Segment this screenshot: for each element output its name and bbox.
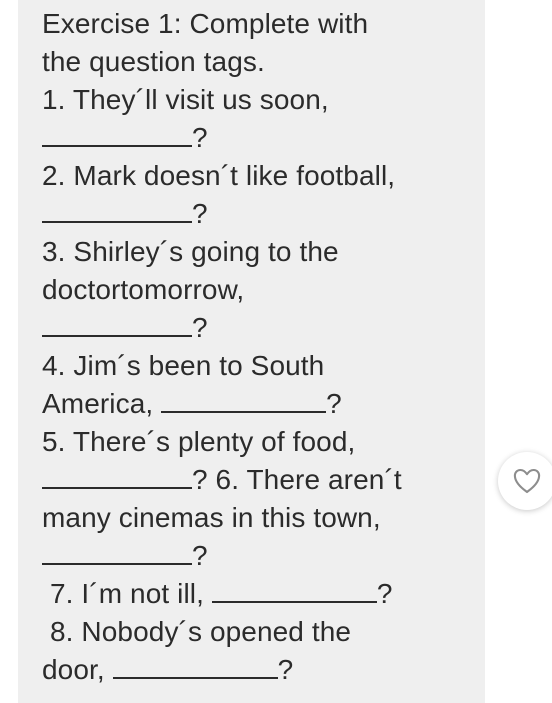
question-7-text: 7. I´m not ill, (50, 578, 204, 609)
heart-icon (513, 468, 541, 494)
question-4-text: America, (42, 388, 154, 419)
answer-blank-5 (42, 465, 192, 489)
question-8-part-2: door, ? (42, 651, 482, 689)
like-button[interactable] (498, 452, 552, 510)
question-5-6-joined: ? 6. There aren´t (192, 464, 402, 495)
question-6: many cinemas in this town, (42, 502, 381, 533)
question-2: 2. Mark doesn´t like football, (42, 160, 396, 191)
question-8-text: door, (42, 654, 105, 685)
answer-line-1: ? (42, 119, 482, 157)
question-mark-2: ? (192, 198, 208, 229)
title-line-1: Exercise 1: Complete with (42, 8, 369, 39)
answer-blank-7 (211, 579, 377, 603)
exercise-text: Exercise 1: Complete with the question t… (42, 5, 482, 689)
question-8-part-1: 8. Nobody´s opened the (50, 616, 352, 647)
answer-line-2: ? (42, 195, 482, 233)
question-7: 7. I´m not ill, ? (42, 575, 482, 613)
question-mark-4: ? (326, 388, 342, 419)
question-3-part-2: doctortomorrow, (42, 274, 245, 305)
answer-blank-4 (161, 389, 327, 413)
answer-blank-2 (42, 199, 192, 223)
question-3-part-1: 3. Shirley´s going to the (42, 236, 339, 267)
answer-blank-3 (42, 313, 192, 337)
question-mark-1: ? (192, 122, 208, 153)
question-4-part-2: America, ? (42, 385, 482, 423)
question-5: 5. There´s plenty of food, (42, 426, 356, 457)
title-line-2: the question tags. (42, 46, 265, 77)
question-4-part-1: 4. Jim´s been to South (42, 350, 325, 381)
question-mark-8: ? (277, 654, 294, 685)
answer-blank-8 (112, 655, 278, 679)
question-mark-6: ? (192, 540, 208, 571)
answer-line-3: ? (42, 309, 482, 347)
answer-line-6: ? (42, 537, 482, 575)
question-mark-7: ? (376, 578, 393, 609)
question-1: 1. They´ll visit us soon, (42, 84, 329, 115)
answer-blank-6 (42, 541, 192, 565)
answer-line-5: ? 6. There aren´t (42, 461, 482, 499)
question-mark-3: ? (192, 312, 208, 343)
answer-blank-1 (42, 123, 192, 147)
